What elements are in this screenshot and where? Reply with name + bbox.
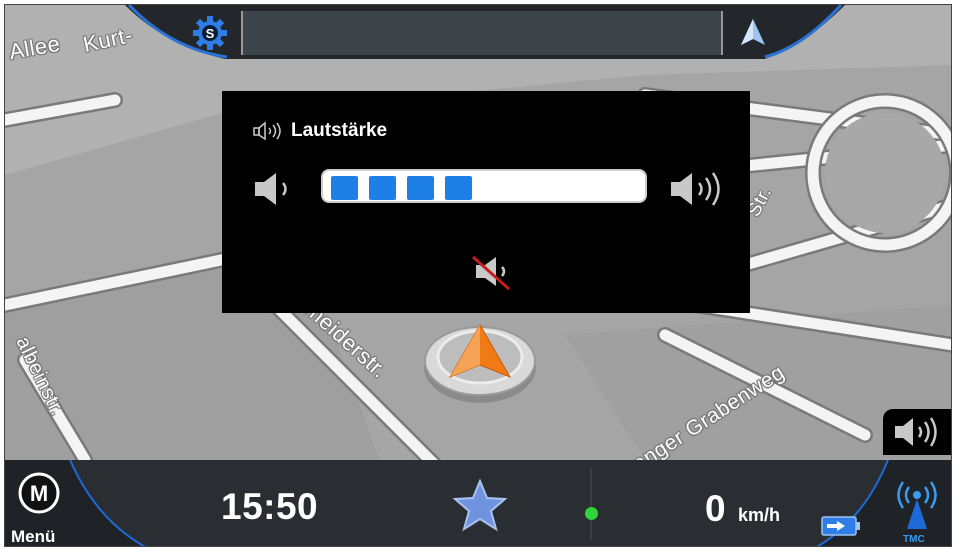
battery-charging-icon xyxy=(821,515,863,537)
speaker-quiet-icon xyxy=(255,173,287,205)
speed-unit: km/h xyxy=(738,505,781,525)
volume-dialog: Lautstärke xyxy=(222,91,750,313)
vehicle-position-icon xyxy=(424,323,536,403)
speaker-loud-icon xyxy=(671,172,720,206)
gear-s-icon: S xyxy=(193,16,227,50)
volume-title: Lautstärke xyxy=(291,120,388,141)
navigation-screen: Allee Kurt- meiderstr. albeinstr. Langer… xyxy=(4,4,952,547)
north-orientation-button[interactable] xyxy=(728,13,778,53)
menu-m-icon: M xyxy=(18,472,60,514)
clock: 15:50 xyxy=(221,486,319,527)
star-icon xyxy=(452,478,508,532)
svg-text:S: S xyxy=(206,26,215,41)
speaker-loud-icon xyxy=(895,417,937,447)
mute-button[interactable] xyxy=(469,249,519,293)
volume-title-row: Lautstärke xyxy=(253,119,387,143)
volume-level-segment xyxy=(331,176,358,200)
volume-level-segment xyxy=(407,176,434,200)
gps-status-indicator xyxy=(585,507,598,520)
settings-button[interactable]: S xyxy=(190,13,230,53)
speaker-mute-icon xyxy=(472,255,510,291)
tmc-label: TMC xyxy=(903,534,925,545)
location-display[interactable] xyxy=(241,11,723,55)
volume-level-segment xyxy=(445,176,472,200)
tmc-antenna-icon xyxy=(897,481,937,529)
volume-button[interactable] xyxy=(883,409,951,455)
north-arrow-icon xyxy=(741,19,765,45)
volume-level-segment xyxy=(369,176,396,200)
speaker-small-icon xyxy=(253,121,281,141)
speed-value: 0 xyxy=(705,488,726,529)
volume-slider[interactable] xyxy=(321,169,647,203)
menu-letter: M xyxy=(30,481,48,506)
volume-down-button[interactable] xyxy=(252,169,296,209)
volume-up-button[interactable] xyxy=(668,167,730,211)
menu-label: Menü xyxy=(11,527,56,546)
favorites-button[interactable] xyxy=(451,477,509,535)
